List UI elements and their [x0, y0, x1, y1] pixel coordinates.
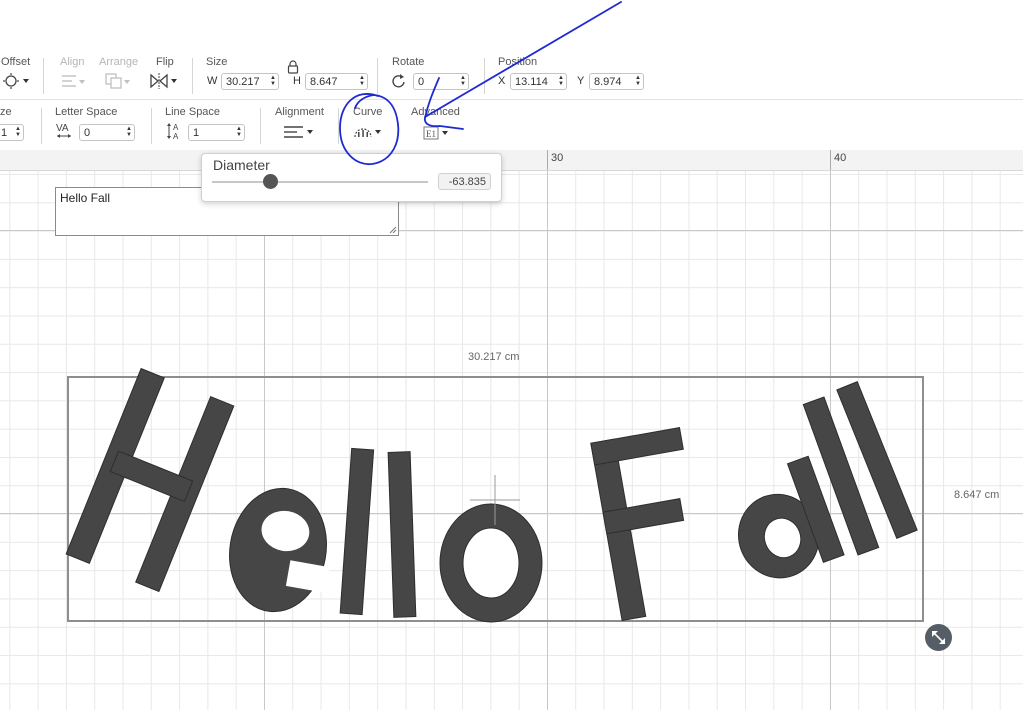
design-letter-e — [229, 487, 330, 613]
resize-arrows-icon — [932, 631, 945, 644]
design-letter-f — [590, 427, 685, 622]
design-letter-l-1 — [339, 447, 375, 616]
design-letter-o — [439, 503, 543, 623]
design-letter-h — [65, 367, 235, 593]
design-letter-l-2 — [387, 451, 417, 618]
curved-text-design[interactable] — [0, 0, 1023, 710]
resize-handle[interactable] — [925, 624, 952, 651]
design-letter-a — [737, 455, 845, 579]
